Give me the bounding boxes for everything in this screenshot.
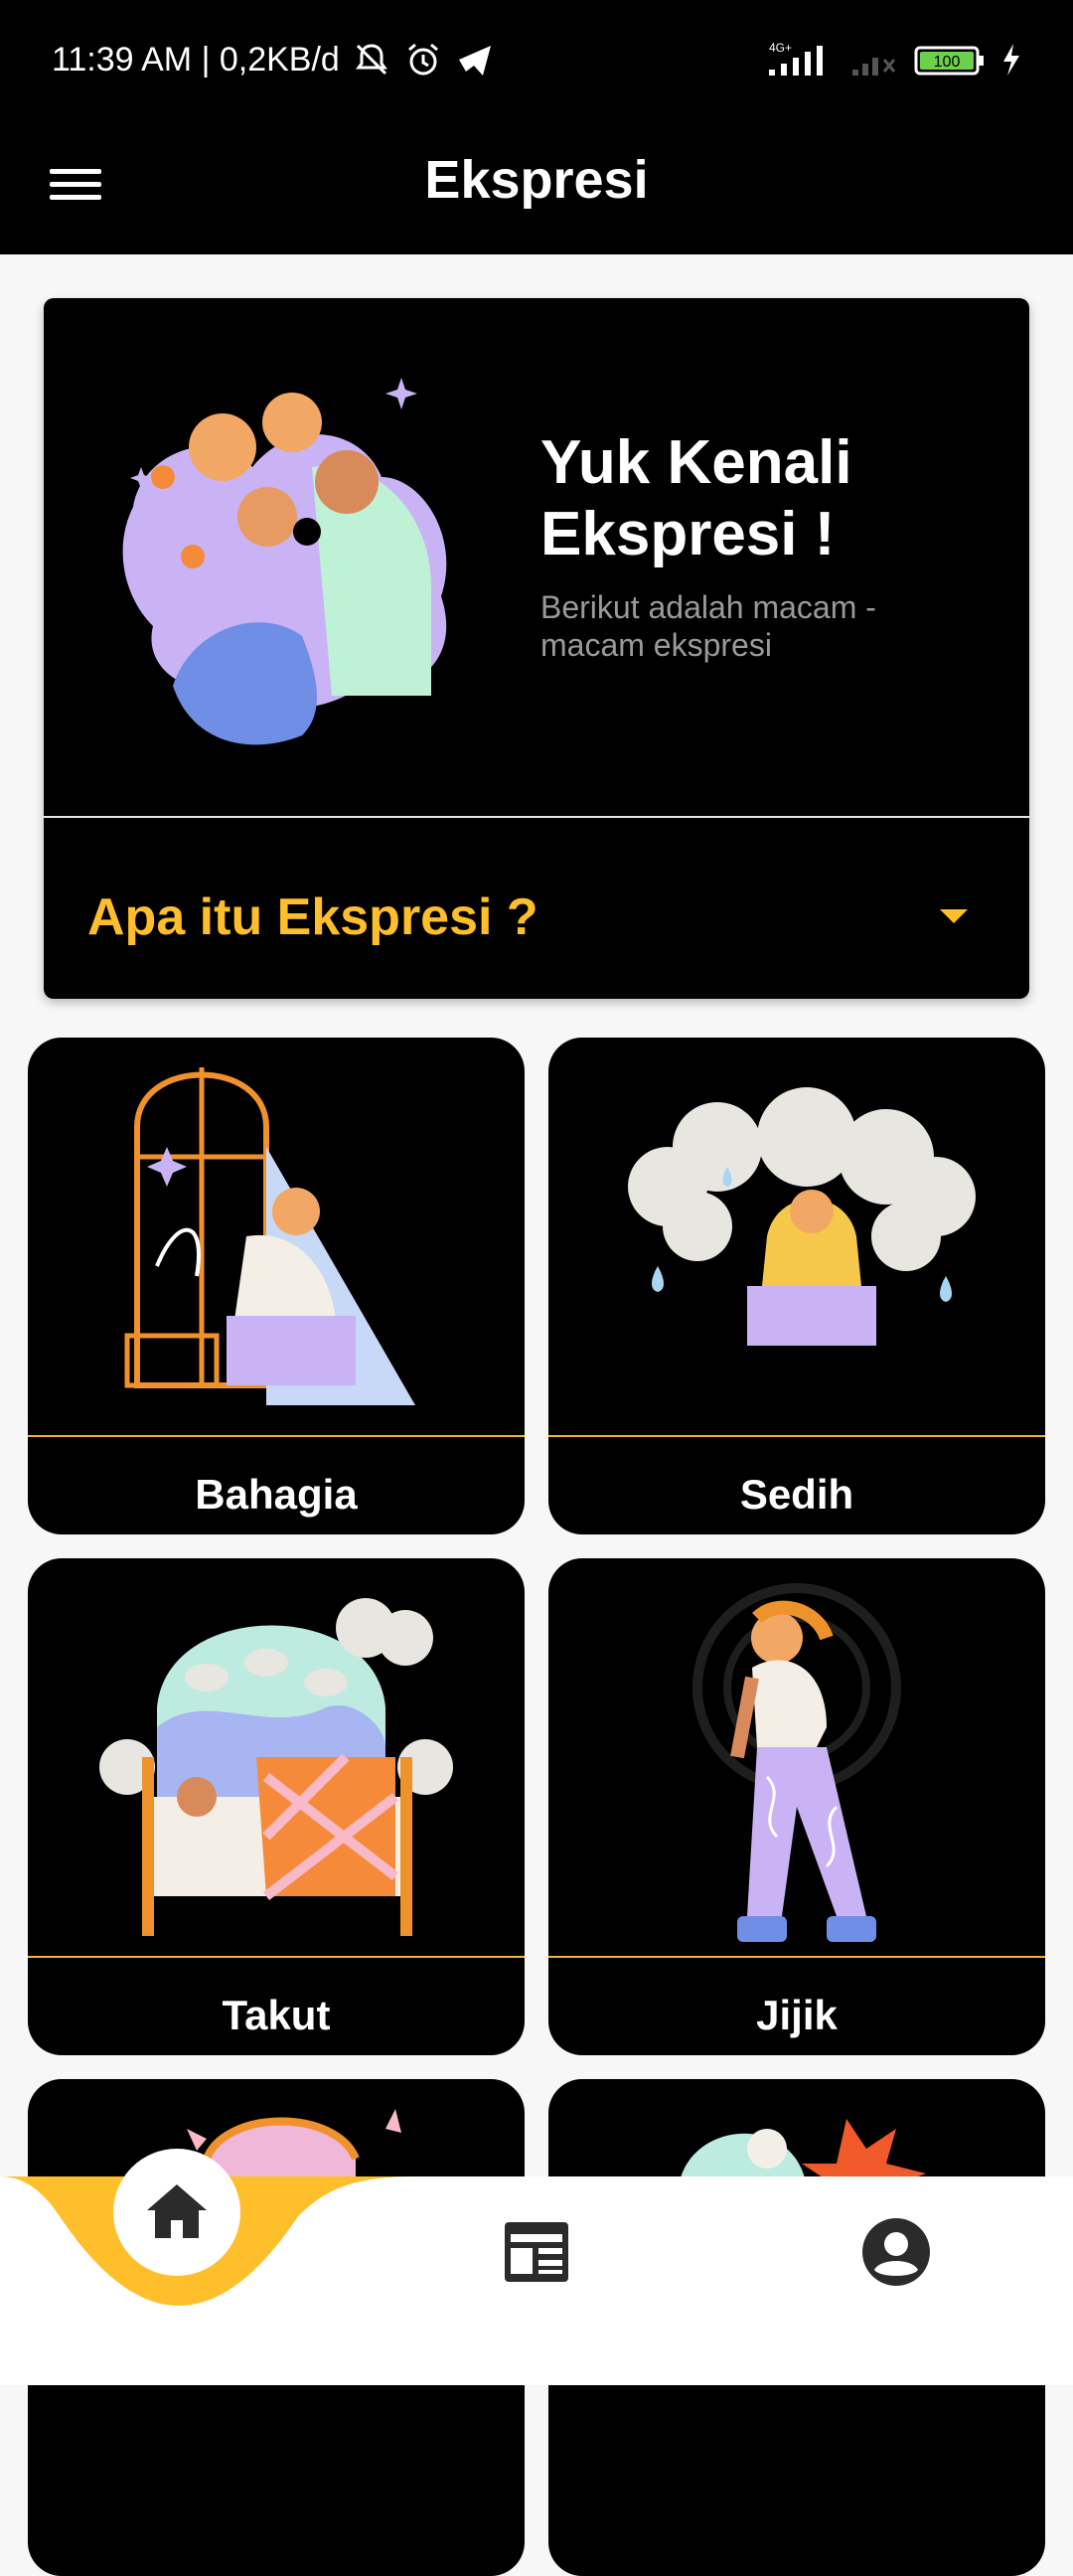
nav-item-home[interactable] [113, 2149, 240, 2276]
family-illustration [103, 358, 531, 775]
expression-card-jijik[interactable]: Jijik [548, 1558, 1045, 2055]
telegram-icon [458, 46, 491, 76]
home-icon [147, 2184, 207, 2238]
nav-item-news[interactable] [497, 2212, 576, 2292]
caret-down-icon [940, 909, 968, 923]
happy-illustration [124, 1067, 415, 1405]
status-time: 11:39 AM | 0,2KB/d [52, 40, 340, 79]
news-icon [505, 2222, 568, 2282]
bell-off-icon [355, 44, 387, 76]
signal-2-icon [852, 58, 896, 76]
scared-illustration [99, 1598, 453, 1936]
charging-icon [1003, 44, 1019, 76]
profile-icon [862, 2218, 930, 2286]
card-label: Bahagia [195, 1471, 358, 1518]
card-label: Takut [222, 1992, 331, 2038]
status-left: 11:39 AM | 0,2KB/d [52, 40, 495, 80]
nav-item-profile[interactable] [856, 2212, 936, 2292]
battery-level: 100 [934, 54, 961, 71]
status-bar: 11:39 AM | 0,2KB/d 4G+ 100 [0, 0, 1073, 131]
expander-label: Apa itu Ekspresi ? [87, 888, 538, 946]
network-label: 4G+ [769, 41, 792, 55]
disgusted-illustration [692, 1583, 901, 1942]
signal-icon: 4G+ [769, 41, 823, 76]
card-divider [548, 1435, 1045, 1437]
expression-card-bahagia[interactable]: Bahagia [28, 1038, 525, 1534]
card-divider [28, 1956, 525, 1958]
card-label: Jijik [756, 1992, 838, 2038]
expression-card-sedih[interactable]: Sedih [548, 1038, 1045, 1534]
hero-title: Yuk Kenali Ekspresi ! [540, 428, 852, 568]
hero-subtitle: Berikut adalah macam - macam ekspresi [540, 589, 876, 663]
card-divider [548, 1956, 1045, 1958]
app-bar: Ekspresi [0, 131, 1073, 254]
card-label: Sedih [739, 1471, 854, 1518]
status-right: 4G+ 100 [767, 40, 1023, 80]
alarm-icon [407, 43, 438, 76]
sad-illustration [628, 1087, 976, 1346]
intro-card: Yuk Kenali Ekspresi ! Berikut adalah mac… [44, 298, 1029, 999]
page-title: Ekspresi [424, 150, 649, 210]
expression-card-takut[interactable]: Takut [28, 1558, 525, 2055]
card-divider [28, 1435, 525, 1437]
battery-icon: 100 [914, 46, 984, 76]
what-is-expression-expander[interactable]: Apa itu Ekspresi ? [44, 818, 1029, 999]
